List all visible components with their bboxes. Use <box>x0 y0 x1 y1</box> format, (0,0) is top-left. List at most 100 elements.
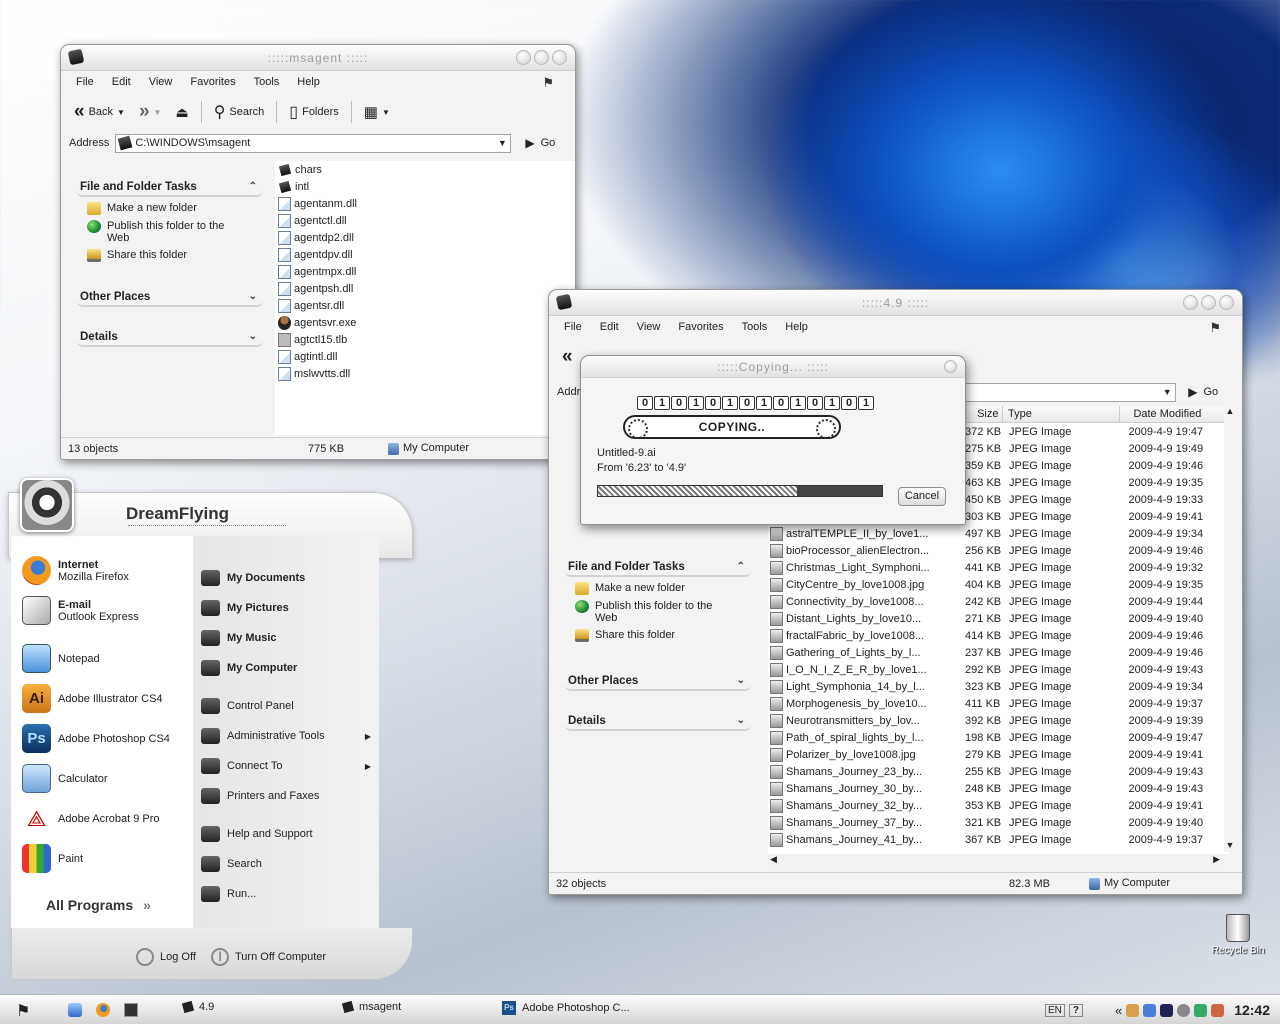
menu-view[interactable]: View <box>628 321 670 333</box>
file-item[interactable]: agentpsh.dll <box>278 280 575 297</box>
make-folder-link[interactable]: Make a new folder <box>87 202 263 215</box>
maximize-button[interactable] <box>1201 295 1216 310</box>
table-row[interactable]: Shamans_Journey_41_by... 367 KB JPEG Image… <box>768 831 1230 848</box>
file-item[interactable]: agentanm.dll <box>278 195 575 212</box>
ie-quicklaunch-icon[interactable] <box>68 1003 82 1017</box>
tray-audio-icon[interactable] <box>1160 1003 1174 1017</box>
publish-link[interactable]: Publish this folder to the Web <box>575 600 751 624</box>
table-row[interactable]: Neurotransmitters_by_lov... 392 KB JPEG Im… <box>768 712 1230 729</box>
table-row[interactable]: Light_Symphonia_14_by_l... 323 KB JPEG Ima… <box>768 678 1230 695</box>
table-row[interactable]: Shamans_Journey_23_by... 255 KB JPEG Image… <box>768 763 1230 780</box>
menu-file[interactable]: File <box>67 76 103 88</box>
user-avatar[interactable] <box>20 478 74 532</box>
scroll-up-icon[interactable]: ▲ <box>1224 406 1236 416</box>
recent-calculator[interactable]: Calculator <box>22 764 108 793</box>
tray-network-icon[interactable] <box>1143 1003 1157 1017</box>
column-type-header[interactable]: Type <box>1003 405 1121 423</box>
up-button[interactable]: ⏏ <box>170 104 193 121</box>
section-header[interactable]: Details ⌄ <box>565 712 751 731</box>
place-run[interactable]: Run... <box>201 886 371 902</box>
dialog-title-bar[interactable]: :::::Copying... ::::: <box>581 356 965 378</box>
menu-favorites[interactable]: Favorites <box>181 76 244 88</box>
recent-illustrator[interactable]: Ai Adobe Illustrator CS4 <box>22 684 163 713</box>
close-button[interactable] <box>1219 295 1234 310</box>
table-row[interactable]: Path_of_spiral_lights_by_l... 198 KB JPEG … <box>768 729 1230 746</box>
back-button[interactable]: «Back ▼ <box>69 101 130 123</box>
language-indicator[interactable]: EN <box>1044 1003 1065 1017</box>
place-help-and-support[interactable]: Help and Support <box>201 826 371 842</box>
table-row[interactable]: astralTEMPLE_II_by_love1... 497 KB JPEG Im… <box>768 525 1230 542</box>
table-row[interactable]: Polarizer_by_love1008.jpg 279 KB JPEG Imag… <box>768 746 1230 763</box>
table-row[interactable]: Connectivity_by_love1008... 242 KB JPEG Im… <box>768 593 1230 610</box>
section-header[interactable]: File and Folder Tasks ⌃ <box>77 178 263 197</box>
share-link[interactable]: Share this folder <box>575 629 751 642</box>
file-item[interactable]: agentdpv.dll <box>278 246 575 263</box>
back-button[interactable]: « <box>557 346 578 368</box>
close-button[interactable] <box>944 360 957 373</box>
go-arrow-icon[interactable]: ▶ <box>525 136 534 150</box>
horizontal-scrollbar[interactable]: ◀ ▶ <box>768 854 1224 868</box>
section-header[interactable]: Other Places ⌄ <box>77 288 263 307</box>
table-row[interactable]: Gathering_of_Lights_by_l... 237 KB JPEG Im… <box>768 644 1230 661</box>
menu-edit[interactable]: Edit <box>103 76 140 88</box>
column-date-header[interactable]: Date Modified <box>1120 405 1230 423</box>
views-button[interactable]: ▦ ▼ <box>359 103 395 121</box>
menu-help[interactable]: Help <box>776 321 817 333</box>
menu-tools[interactable]: Tools <box>733 321 777 333</box>
file-item[interactable]: agtctl15.tlb <box>278 331 575 348</box>
chevron-down-icon[interactable]: ▼ <box>494 135 510 152</box>
go-button[interactable]: Go <box>1203 386 1218 398</box>
log-off-button[interactable]: Log Off <box>136 948 196 966</box>
title-bar[interactable]: :::::4.9 ::::: <box>549 290 1242 316</box>
tray-security-icon[interactable] <box>1177 1003 1191 1017</box>
help-tray-icon[interactable]: ? <box>1068 1003 1083 1017</box>
chevron-down-icon[interactable]: ▼ <box>117 108 125 117</box>
place-my-documents[interactable]: My Documents <box>201 570 371 586</box>
menu-file[interactable]: File <box>555 321 591 333</box>
table-row[interactable]: Distant_Lights_by_love10... 271 KB JPEG Im… <box>768 610 1230 627</box>
taskbar-button-msagent[interactable]: msagent <box>341 1000 401 1014</box>
pinned-email[interactable]: E-mail Outlook Express <box>22 596 139 625</box>
file-item[interactable]: agentsvr.exe <box>278 314 575 331</box>
file-item[interactable]: agentmpx.dll <box>278 263 575 280</box>
close-button[interactable] <box>552 50 567 65</box>
scroll-left-icon[interactable]: ◀ <box>770 854 777 865</box>
taskbar-button-4-9[interactable]: 4.9 <box>181 1000 214 1014</box>
place-search[interactable]: Search <box>201 856 371 872</box>
file-item[interactable]: intl <box>278 178 575 195</box>
table-row[interactable]: Shamans_Journey_30_by... 248 KB JPEG Image… <box>768 780 1230 797</box>
column-size-header[interactable]: Size <box>965 405 1003 423</box>
minimize-button[interactable] <box>1183 295 1198 310</box>
section-header[interactable]: Details ⌄ <box>77 328 263 347</box>
turn-off-button[interactable]: | Turn Off Computer <box>211 948 326 966</box>
place-control-panel[interactable]: Control Panel <box>201 698 371 714</box>
file-item[interactable]: agentctl.dll <box>278 212 575 229</box>
recent-photoshop[interactable]: Ps Adobe Photoshop CS4 <box>22 724 170 753</box>
firefox-quicklaunch-icon[interactable] <box>96 1003 110 1017</box>
file-item[interactable]: agentdp2.dll <box>278 229 575 246</box>
folders-button[interactable]: ▯ Folders <box>284 102 344 122</box>
start-button[interactable]: ⚑ <box>16 1001 30 1021</box>
table-row[interactable]: Christmas_Light_Symphoni... 441 KB JPEG Im… <box>768 559 1230 576</box>
address-input[interactable]: C:\WINDOWS\msagent ▼ <box>115 133 512 153</box>
search-button[interactable]: ⚲ Search <box>209 102 270 122</box>
tray-app-icon[interactable] <box>1126 1003 1140 1017</box>
recycle-bin[interactable]: Recycle Bin <box>1208 914 1268 956</box>
file-item[interactable]: agentsr.dll <box>278 297 575 314</box>
file-item[interactable]: mslwvtts.dll <box>278 365 575 382</box>
tray-antivirus-icon[interactable] <box>1211 1003 1225 1017</box>
table-row[interactable]: I_O_N_I_Z_E_R_by_love1... 292 KB JPEG Imag… <box>768 661 1230 678</box>
recent-paint[interactable]: Paint <box>22 844 83 873</box>
publish-link[interactable]: Publish this folder to the Web <box>87 220 263 244</box>
menu-view[interactable]: View <box>140 76 182 88</box>
menu-favorites[interactable]: Favorites <box>669 321 732 333</box>
table-row[interactable]: bioProcessor_alienElectron... 256 KB JPEG … <box>768 542 1230 559</box>
place-my-pictures[interactable]: My Pictures <box>201 600 371 616</box>
scroll-down-icon[interactable]: ▼ <box>1224 840 1236 850</box>
share-link[interactable]: Share this folder <box>87 249 263 262</box>
menu-edit[interactable]: Edit <box>591 321 628 333</box>
scroll-right-icon[interactable]: ▶ <box>1213 854 1220 865</box>
menu-tools[interactable]: Tools <box>245 76 289 88</box>
table-row[interactable]: fractalFabric_by_love1008... 414 KB JPEG I… <box>768 627 1230 644</box>
minimize-button[interactable] <box>516 50 531 65</box>
